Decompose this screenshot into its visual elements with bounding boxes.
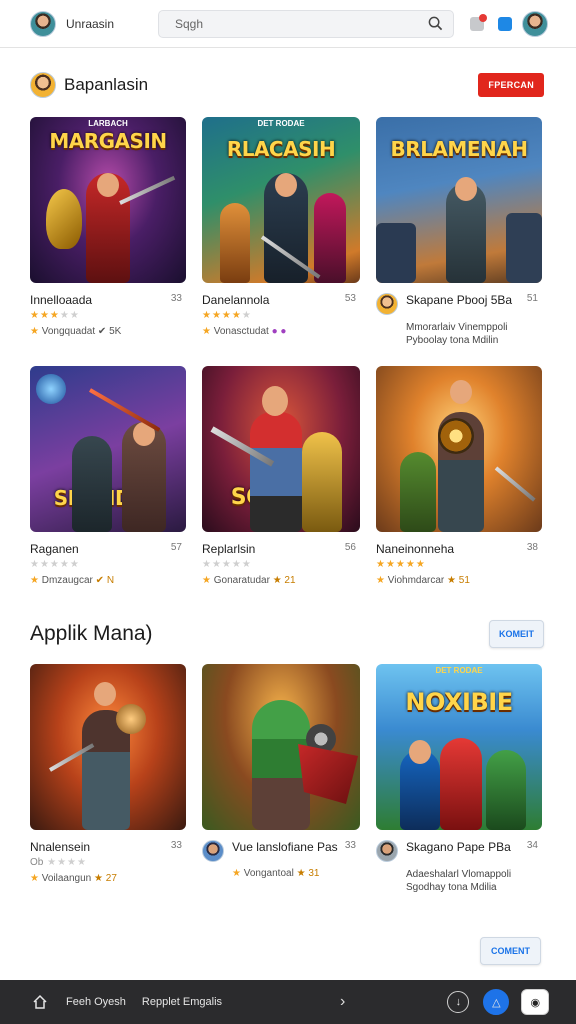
game-count: 33 xyxy=(170,840,182,851)
upload-icon[interactable]: △ xyxy=(483,989,510,1015)
thumbnail-banner: RLACASIH xyxy=(226,137,336,161)
app-title: Unraasin xyxy=(66,16,115,31)
game-card[interactable]: DET RODAE NOXIBIE Skagano Pape PBa Adaes… xyxy=(376,664,542,896)
game-title[interactable]: Innelloaada xyxy=(30,293,186,307)
camera-icon[interactable]: ◉ xyxy=(521,989,550,1015)
search-bar[interactable] xyxy=(158,9,454,38)
game-count: 38 xyxy=(526,542,538,553)
game-description: Mmorarlaiv Vinemppoli Pyboolay tona Mdil… xyxy=(406,322,508,346)
notification-icon[interactable] xyxy=(470,13,487,31)
section-title: Applik Mana) xyxy=(30,622,153,645)
rating-stars: Ob ★★★★ xyxy=(30,857,87,868)
game-thumbnail[interactable]: BRLAMENAH xyxy=(376,117,542,283)
game-meta: Vue lanslofiane Pas ★ Vongantoal ★ 31 33 xyxy=(202,840,360,879)
rating-stars: ★★★★★ xyxy=(202,310,252,321)
thumbnail-banner: BRLAMENAH xyxy=(390,137,528,161)
section-header-1: Bapanlasin FPERCAN xyxy=(30,72,544,98)
section-avatar xyxy=(30,72,56,98)
section-title: Bapanlasin xyxy=(64,75,149,94)
rating-stars: ★★★★★ xyxy=(376,559,426,570)
nav-label-1[interactable]: Feeh Oyesh xyxy=(66,996,126,1008)
game-thumbnail[interactable]: DET RODAE NOXIBIE xyxy=(376,664,542,830)
rating-stars: ★★★★★ xyxy=(30,559,80,570)
game-count: 51 xyxy=(526,293,538,304)
game-thumbnail[interactable] xyxy=(202,664,360,830)
game-card[interactable]: Naneinonneha ★★★★★ ★ Viohmdarcar ★ 51 38 xyxy=(376,366,542,598)
game-subtitle: ★ Vongantoal ★ 31 xyxy=(232,868,320,879)
download-icon[interactable]: ↓ xyxy=(447,991,470,1013)
game-title[interactable]: Danelannola xyxy=(202,293,360,307)
section-header-2: Applik Mana) KOMEIT xyxy=(30,620,544,648)
user-avatar[interactable] xyxy=(30,10,56,37)
game-grid-2: Nnalensein Ob ★★★★ ★ Voilaangun ★ 27 33 … xyxy=(30,664,542,896)
game-count: 57 xyxy=(170,542,182,553)
game-thumbnail[interactable] xyxy=(376,366,542,532)
game-card[interactable]: DET RODAE RLACASIH Danelannola ★★★★★ ★ V… xyxy=(202,117,360,349)
comment-button[interactable]: COMENT xyxy=(480,937,541,965)
game-subtitle: ★ Gonaratudar ★ 21 xyxy=(202,575,296,586)
game-subtitle: ★ Vonasctudat ● ● xyxy=(202,326,287,337)
thumbnail-tag: LARBACH xyxy=(88,119,128,128)
game-card[interactable]: LARBACH MARGASIN Innelloaada ★★★★★ ★ Von… xyxy=(30,117,186,349)
game-subtitle: ★ Dmzaugcar ✔ N xyxy=(30,575,115,586)
game-meta: Skapane Pbooj 5Ba Mmorarlaiv Vinemppoli … xyxy=(376,293,542,347)
game-count: 33 xyxy=(344,840,356,851)
game-title[interactable]: Naneinonneha xyxy=(376,542,542,556)
game-count: 34 xyxy=(526,840,538,851)
game-meta: Replarlsin ★★★★★ ★ Gonaratudar ★ 21 56 xyxy=(202,542,360,586)
game-title[interactable]: Raganen xyxy=(30,542,186,556)
game-meta: Raganen ★★★★★ ★ Dmzaugcar ✔ N 57 xyxy=(30,542,186,586)
game-card[interactable]: SOANDS Replarlsin ★★★★★ ★ Gonaratudar ★ … xyxy=(202,366,360,598)
thumbnail-tag: DET RODAE xyxy=(257,119,305,128)
game-title[interactable]: Replarlsin xyxy=(202,542,360,556)
game-title[interactable]: Skagano Pape PBa xyxy=(406,840,542,854)
game-subtitle: ★ Vongquadat ✔ 5K xyxy=(30,326,122,337)
section-action-button[interactable]: KOMEIT xyxy=(489,620,544,648)
game-meta: Innelloaada ★★★★★ ★ Vongquadat ✔ 5K 33 xyxy=(30,293,186,337)
game-thumbnail[interactable]: DET RODAE RLACASIH xyxy=(202,117,360,283)
footer-button-wrap: COMENT xyxy=(480,937,541,965)
game-meta: Naneinonneha ★★★★★ ★ Viohmdarcar ★ 51 38 xyxy=(376,542,542,586)
section-action-button[interactable]: FPERCAN xyxy=(478,73,544,97)
game-thumbnail[interactable]: LARBACH MARGASIN xyxy=(30,117,186,283)
game-thumbnail[interactable] xyxy=(30,664,186,830)
chevron-right-icon[interactable]: › xyxy=(340,993,345,1011)
game-card[interactable]: SHRNDAN Raganen ★★★★★ ★ Dmzaugcar ✔ N 57 xyxy=(30,366,186,598)
game-description: Adaeshalarl Vlomappoli Sgodhay tona Mdil… xyxy=(406,869,512,893)
developer-avatar xyxy=(376,293,398,315)
game-count: 33 xyxy=(170,293,182,304)
game-card[interactable]: Vue lanslofiane Pas ★ Vongantoal ★ 31 33 xyxy=(202,664,360,896)
top-bar: Unraasin xyxy=(0,0,576,48)
message-icon[interactable] xyxy=(498,16,512,31)
game-title[interactable]: Vue lanslofiane Pas xyxy=(232,840,360,854)
thumbnail-tag: DET RODAE xyxy=(435,666,483,675)
game-grid-1: LARBACH MARGASIN Innelloaada ★★★★★ ★ Von… xyxy=(30,117,542,598)
game-thumbnail[interactable]: SHRNDAN xyxy=(30,366,186,532)
game-subtitle: ★ Viohmdarcar ★ 51 xyxy=(376,575,470,586)
search-icon[interactable] xyxy=(427,16,443,32)
rating-stars: ★★★★★ xyxy=(30,310,80,321)
game-card[interactable]: Nnalensein Ob ★★★★ ★ Voilaangun ★ 27 33 xyxy=(30,664,186,896)
game-meta: Nnalensein Ob ★★★★ ★ Voilaangun ★ 27 33 xyxy=(30,840,186,884)
game-count: 56 xyxy=(344,542,356,553)
game-subtitle: ★ Voilaangun ★ 27 xyxy=(30,873,117,884)
game-thumbnail[interactable]: SOANDS xyxy=(202,366,360,532)
thumbnail-banner: MARGASIN xyxy=(49,129,167,153)
notification-badge xyxy=(479,13,487,22)
game-meta: Danelannola ★★★★★ ★ Vonasctudat ● ● 53 xyxy=(202,293,360,337)
rating-stars: ★★★★★ xyxy=(202,559,252,570)
game-title[interactable]: Nnalensein xyxy=(30,840,186,854)
developer-avatar xyxy=(202,840,224,862)
thumbnail-banner: NOXIBIE xyxy=(405,688,513,716)
game-title[interactable]: Skapane Pbooj 5Ba xyxy=(406,293,542,307)
search-input[interactable] xyxy=(175,16,427,31)
home-icon[interactable] xyxy=(32,994,48,1010)
profile-avatar[interactable] xyxy=(522,10,548,37)
game-count: 53 xyxy=(344,293,356,304)
nav-label-2[interactable]: Repplet Emgalis xyxy=(142,996,222,1008)
game-meta: Skagano Pape PBa Adaeshalarl Vlomappoli … xyxy=(376,840,542,894)
bottom-nav: Feeh Oyesh Repplet Emgalis › ↓ △ ◉ xyxy=(0,980,576,1024)
developer-avatar xyxy=(376,840,398,862)
game-card[interactable]: BRLAMENAH Skapane Pbooj 5Ba Mmorarlaiv V… xyxy=(376,117,542,349)
